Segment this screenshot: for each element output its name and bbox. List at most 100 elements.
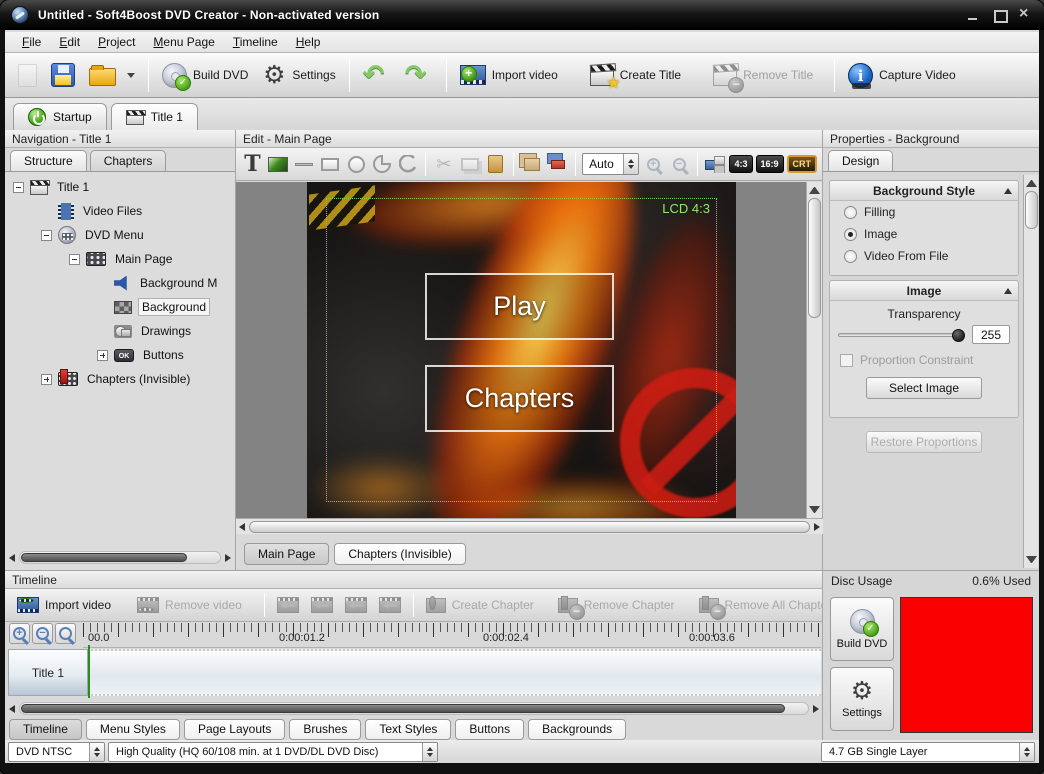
spin-down-icon[interactable] <box>94 753 100 757</box>
scrollbar-thumb[interactable] <box>808 198 821 318</box>
page-tab-chapters-invisible[interactable]: Chapters (Invisible) <box>334 543 465 565</box>
tab-design[interactable]: Design <box>828 150 893 171</box>
radio-row-filling[interactable]: Filling <box>830 201 1018 223</box>
aspect-crt-button[interactable]: CRT <box>787 155 818 173</box>
aspect-16-9-button[interactable]: 16:9 <box>756 155 784 173</box>
disc-settings-button[interactable]: Settings <box>830 667 894 731</box>
menu-timeline[interactable]: Timeline <box>224 33 287 51</box>
tree-item-title-1[interactable]: Title 1 <box>5 175 235 199</box>
remove-all-chapters-button[interactable]: Remove All Chapters <box>693 595 822 616</box>
collapse-arrow-icon[interactable] <box>1004 288 1012 294</box>
menu-edit[interactable]: Edit <box>50 33 89 51</box>
page-tab-main-page[interactable]: Main Page <box>244 543 329 565</box>
zoom-mode-combo[interactable]: Auto <box>582 153 639 175</box>
scroll-left-arrow[interactable] <box>9 705 15 713</box>
properties-vertical-scrollbar[interactable] <box>1023 175 1038 568</box>
close-button[interactable] <box>1019 10 1032 21</box>
slider-thumb[interactable] <box>952 329 965 342</box>
group-objects-button[interactable] <box>520 151 543 177</box>
tab-backgrounds[interactable]: Backgrounds <box>528 719 626 740</box>
scroll-up-arrow[interactable] <box>1026 180 1037 187</box>
quality-combo[interactable]: High Quality (HQ 60/108 min. at 1 DVD/DL… <box>108 742 438 762</box>
collapse-expander-icon[interactable] <box>13 182 24 193</box>
align-objects-button[interactable] <box>546 151 569 177</box>
zoom-spinner[interactable] <box>623 154 638 174</box>
scroll-down-arrow[interactable] <box>809 506 820 513</box>
format-spinner[interactable] <box>89 743 104 761</box>
dvd-menu-play-button[interactable]: Play <box>425 273 614 340</box>
tab-text-styles[interactable]: Text Styles <box>365 719 451 740</box>
spin-down-icon[interactable] <box>427 753 433 757</box>
navigation-horizontal-scrollbar[interactable] <box>9 550 231 565</box>
track-area[interactable] <box>88 649 821 696</box>
tab-title-1[interactable]: Title 1 <box>111 103 198 130</box>
settings-button[interactable]: Settings <box>255 59 342 91</box>
proportion-constraint-row[interactable]: Proportion Constraint <box>830 348 1018 372</box>
tree-item-background[interactable]: Background <box>5 295 235 319</box>
tab-timeline[interactable]: Timeline <box>9 719 82 740</box>
radio-video-from-file[interactable] <box>844 250 857 263</box>
create-chapter-button[interactable]: Create Chapter <box>420 595 540 616</box>
minimize-button[interactable] <box>967 10 980 21</box>
tree-item-video-files[interactable]: Video Files <box>5 199 235 223</box>
remove-chapter-button[interactable]: Remove Chapter <box>552 595 681 616</box>
select-image-button[interactable]: Select Image <box>866 377 982 399</box>
tab-page-layouts[interactable]: Page Layouts <box>184 719 285 740</box>
open-project-button[interactable] <box>82 60 142 90</box>
copy-button[interactable] <box>458 151 481 177</box>
scroll-left-arrow[interactable] <box>9 554 15 562</box>
import-video-button[interactable]: Import video <box>453 61 565 89</box>
collapse-expander-icon[interactable] <box>69 254 80 265</box>
radio-row-video-from-file[interactable]: Video From File <box>830 245 1018 267</box>
build-dvd-button[interactable]: Build DVD <box>155 59 255 92</box>
playhead[interactable] <box>88 645 90 698</box>
tree-item-main-page[interactable]: Main Page <box>5 247 235 271</box>
spin-up-icon[interactable] <box>1024 747 1030 751</box>
aspect-4-3-button[interactable]: 4:3 <box>729 155 752 173</box>
timeline-import-video-button[interactable]: Import video <box>11 594 117 616</box>
scrollbar-track[interactable] <box>19 702 809 715</box>
tab-chapters[interactable]: Chapters <box>90 150 167 171</box>
rectangle-tool-button[interactable] <box>319 151 342 177</box>
timeline-horizontal-scrollbar[interactable] <box>9 701 819 716</box>
maximize-button[interactable] <box>993 10 1006 21</box>
menu-edit-canvas[interactable]: LCD 4:3 Play Chapters <box>236 182 807 518</box>
tree-item-background-music[interactable]: Background M <box>5 271 235 295</box>
collapse-arrow-icon[interactable] <box>1004 188 1012 194</box>
scroll-up-arrow[interactable] <box>809 187 820 194</box>
timeline-zoom-out-button[interactable]: − <box>32 623 53 644</box>
scrollbar-thumb[interactable] <box>21 704 785 713</box>
tab-brushes[interactable]: Brushes <box>289 719 361 740</box>
tab-startup[interactable]: Startup <box>13 103 107 130</box>
timeline-zoom-fit-button[interactable] <box>55 623 76 644</box>
scroll-right-arrow[interactable] <box>225 554 231 562</box>
redo-button[interactable] <box>398 58 440 92</box>
arc-tool-button[interactable] <box>397 151 420 177</box>
tree-item-drawings[interactable]: Drawings <box>5 319 235 343</box>
tab-buttons[interactable]: Buttons <box>455 719 524 740</box>
undo-button[interactable] <box>356 58 398 92</box>
expand-expander-icon[interactable] <box>97 350 108 361</box>
remove-title-button[interactable]: Remove Title <box>706 60 820 90</box>
scrollbar-thumb[interactable] <box>1025 191 1038 229</box>
create-title-button[interactable]: Create Title <box>583 60 688 90</box>
paste-button[interactable] <box>484 151 507 177</box>
spin-up-icon[interactable] <box>94 747 100 751</box>
menu-background-image[interactable]: LCD 4:3 Play Chapters <box>307 182 736 518</box>
capture-video-button[interactable]: Capture Video <box>841 59 963 92</box>
title-bar[interactable]: Untitled - Soft4Boost DVD Creator - Non-… <box>0 0 1044 30</box>
scroll-right-arrow[interactable] <box>814 523 820 531</box>
tab-menu-styles[interactable]: Menu Styles <box>86 719 180 740</box>
ellipse-tool-button[interactable] <box>345 151 368 177</box>
restore-proportions-button[interactable]: Restore Proportions <box>866 431 982 453</box>
expand-expander-icon[interactable] <box>41 374 52 385</box>
dvd-menu-chapters-button[interactable]: Chapters <box>425 365 614 432</box>
remove-video-button[interactable]: Remove video <box>131 594 248 616</box>
canvas-horizontal-scrollbar[interactable] <box>236 518 823 534</box>
rotate-right-button[interactable] <box>339 594 373 616</box>
track-label[interactable]: Title 1 <box>8 649 88 696</box>
line-tool-button[interactable] <box>293 151 316 177</box>
structure-view-button[interactable] <box>704 151 727 177</box>
tree-item-chapters-invisible[interactable]: Chapters (Invisible) <box>5 367 235 391</box>
spin-down-icon[interactable] <box>1024 753 1030 757</box>
